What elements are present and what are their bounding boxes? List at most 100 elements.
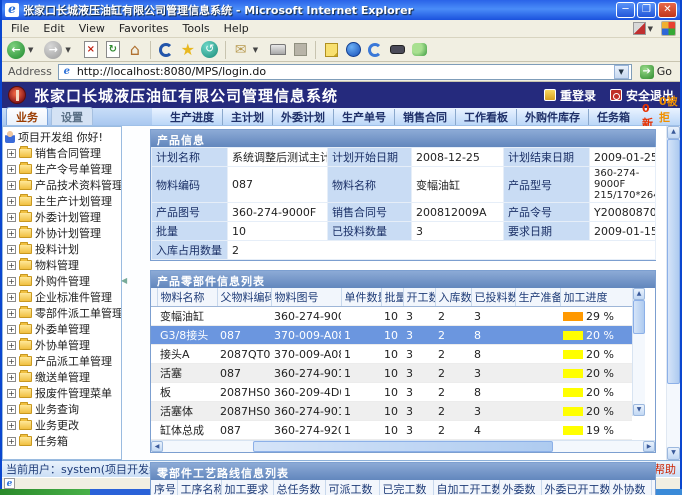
scroll-right-icon[interactable]: ▶: [643, 441, 655, 452]
nav-sales-contract[interactable]: 销售合同: [394, 109, 455, 125]
messenger-icon[interactable]: [412, 43, 427, 56]
sidebar-item-order-no[interactable]: 生产令号单管理: [3, 161, 121, 177]
scroll-thumb[interactable]: [253, 441, 553, 452]
history-icon[interactable]: ↺: [201, 41, 218, 58]
sidebar-item-business-change[interactable]: 业务更改: [3, 417, 121, 433]
sidebar-item-scrap-menu[interactable]: 报废件管理菜单: [3, 385, 121, 401]
mail-dropdown-caret[interactable]: ▼: [253, 46, 258, 54]
expand-icon[interactable]: [7, 341, 16, 350]
expand-icon[interactable]: [7, 421, 16, 430]
table-row[interactable]: 缸体总成 087 360-274-9200F 1 10 3 2 4 19 %: [151, 421, 632, 440]
search-icon[interactable]: [159, 43, 173, 57]
parts-table-hscrollbar[interactable]: ◀ ▶: [151, 440, 655, 452]
sidebar-item-coop-plan[interactable]: 外协计划管理: [3, 225, 121, 241]
nav-work-board[interactable]: 工作看板: [455, 109, 516, 125]
sidebar-item-sales-contract[interactable]: 销售合同管理: [3, 145, 121, 161]
expand-icon[interactable]: [7, 197, 16, 206]
scroll-up-icon[interactable]: ▲: [667, 126, 680, 139]
expand-icon[interactable]: [7, 373, 16, 382]
scroll-left-icon[interactable]: ◀: [151, 441, 163, 452]
print-icon[interactable]: [270, 44, 286, 55]
start-button-edge[interactable]: [0, 489, 90, 495]
back-icon[interactable]: ←: [7, 41, 25, 59]
expand-icon[interactable]: [7, 357, 16, 366]
sidebar-item-parts-dispatch[interactable]: 零部件派工单管理: [3, 305, 121, 321]
expand-icon[interactable]: [7, 261, 16, 270]
nav-outsource-plan[interactable]: 外委计划: [272, 109, 333, 125]
tab-settings[interactable]: 设置: [51, 107, 93, 125]
sidebar-item-task-box[interactable]: 任务箱: [3, 433, 121, 449]
sidebar-item-outsource-plan[interactable]: 外委计划管理: [3, 209, 121, 225]
scroll-down-icon[interactable]: ▼: [633, 404, 645, 416]
sidebar-item-delivery-order[interactable]: 缴送单管理: [3, 369, 121, 385]
table-row[interactable]: 变幅油缸 360-274-9000F 10 3 2 3 29 %: [151, 307, 632, 326]
menu-file[interactable]: File: [4, 22, 36, 35]
scroll-up-icon[interactable]: ▲: [633, 288, 645, 300]
go-button[interactable]: ➔ Go: [635, 63, 677, 81]
back-dropdown-caret[interactable]: ▼: [28, 46, 33, 54]
nav-production-progress[interactable]: 生产进度: [162, 109, 222, 125]
favorites-icon[interactable]: ★: [178, 40, 198, 60]
scroll-thumb[interactable]: [667, 139, 680, 384]
nav-production-order[interactable]: 生产单号: [333, 109, 394, 125]
minimize-button[interactable]: ─: [616, 2, 635, 18]
discuss-icon[interactable]: [325, 43, 338, 57]
menu-favorites[interactable]: Favorites: [112, 22, 176, 35]
expand-icon[interactable]: [7, 181, 16, 190]
sidebar-item-coop-order[interactable]: 外协单管理: [3, 337, 121, 353]
sidebar-item-feed-plan[interactable]: 投料计划: [3, 241, 121, 257]
expand-icon[interactable]: [7, 437, 16, 446]
home-icon[interactable]: ⌂: [125, 40, 145, 60]
table-row[interactable]: 接头A 2087QT002 370-009-A0850 1 10 3 2 8 2…: [151, 345, 632, 364]
expand-icon[interactable]: [7, 405, 16, 414]
menu-help[interactable]: Help: [217, 22, 256, 35]
menu-edit[interactable]: Edit: [36, 22, 71, 35]
address-dropdown-caret[interactable]: ▼: [614, 65, 629, 79]
expand-icon[interactable]: [7, 229, 16, 238]
research-icon[interactable]: [368, 43, 382, 57]
sidebar-item-outsource-order[interactable]: 外委单管理: [3, 321, 121, 337]
sidebar-item-product-dispatch[interactable]: 产品派工单管理: [3, 353, 121, 369]
table-row-selected[interactable]: G3/8接头 087 370-009-A0840 1 10 3 2 8 20 %: [151, 326, 632, 345]
expand-icon[interactable]: [7, 309, 16, 318]
close-button[interactable]: ✕: [658, 2, 677, 18]
parts-table-vscrollbar[interactable]: ▲ ▼: [632, 288, 645, 416]
address-input[interactable]: [77, 65, 614, 78]
sidebar-collapse-handle[interactable]: ◀: [121, 276, 127, 285]
web-icon[interactable]: [346, 42, 361, 57]
nav-master-plan[interactable]: 主计划: [222, 109, 272, 125]
forward-icon[interactable]: →: [44, 41, 62, 59]
main-vscrollbar[interactable]: ▲ ▼: [666, 126, 680, 460]
expand-icon[interactable]: [7, 213, 16, 222]
table-row[interactable]: 活塞体 2087HS002 360-274-9011W 1 10 3 2 3 2…: [151, 402, 632, 421]
sidebar-item-tech-data[interactable]: 产品技术资料管理: [3, 177, 121, 193]
expand-icon[interactable]: [7, 325, 16, 334]
forward-dropdown-caret[interactable]: ▼: [65, 46, 70, 54]
stop-icon[interactable]: ×: [84, 41, 98, 58]
expand-icon[interactable]: [7, 293, 16, 302]
expand-icon[interactable]: [7, 389, 16, 398]
relogin-button[interactable]: 重登录: [544, 87, 596, 104]
mail-icon[interactable]: ✉: [231, 40, 251, 60]
expand-icon[interactable]: [7, 165, 16, 174]
refresh-icon[interactable]: ↻: [106, 41, 120, 58]
sidebar-item-material-mgmt[interactable]: 物料管理: [3, 257, 121, 273]
nav-task-box[interactable]: 任务箱: [588, 109, 638, 125]
expand-icon[interactable]: [7, 277, 16, 286]
sidebar-item-business-query[interactable]: 业务查询: [3, 401, 121, 417]
menu-view[interactable]: View: [72, 22, 112, 35]
edit-icon[interactable]: [294, 43, 307, 56]
scroll-thumb[interactable]: [633, 300, 645, 334]
expand-icon[interactable]: [7, 149, 16, 158]
table-row[interactable]: 板 2087HS002 360-209-4D010 1 10 3 2 8 20 …: [151, 383, 632, 402]
sidebar-item-purchased-mgmt[interactable]: 外购件管理: [3, 273, 121, 289]
pdf-toolbar-icon[interactable]: [633, 22, 646, 35]
menu-tools[interactable]: Tools: [176, 22, 217, 35]
maximize-button[interactable]: ❐: [637, 2, 656, 18]
table-row[interactable]: 活塞 087 360-274-9010F 1 10 3 2 3 20 %: [151, 364, 632, 383]
tab-business[interactable]: 业务: [6, 107, 48, 125]
pdf-dropdown-caret[interactable]: ▼: [648, 25, 653, 33]
sidebar-item-standard-parts[interactable]: 企业标准件管理: [3, 289, 121, 305]
sidebar-item-master-plan[interactable]: 主生产计划管理: [3, 193, 121, 209]
nav-purchased-stock[interactable]: 外购件库存: [516, 109, 588, 125]
